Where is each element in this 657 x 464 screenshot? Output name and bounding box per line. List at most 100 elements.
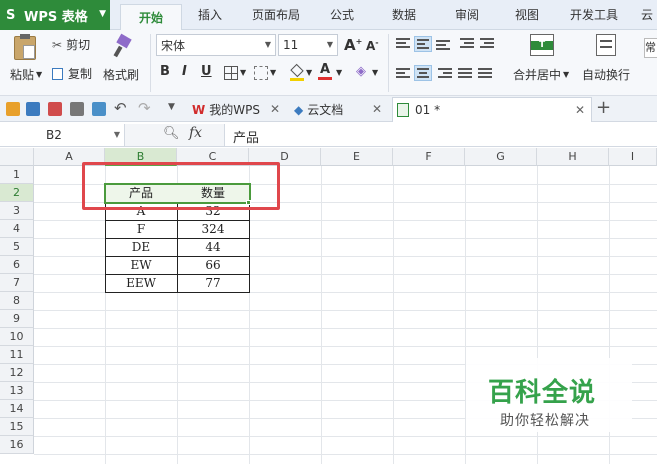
ribbon-home: 粘贴 ▼ ✂ 剪切 复制 格式刷 宋体 ▼ 11 ▼ A+ A- B I U ▼… [0,30,657,96]
column-header-f[interactable]: F [393,148,465,166]
column-header-g[interactable]: G [465,148,537,166]
cell-b4[interactable]: F [105,220,177,238]
redo-icon[interactable]: ↷ [138,99,151,117]
cut-button[interactable]: ✂ 剪切 [52,36,90,53]
tab-view[interactable]: 视图 [515,6,539,23]
chevron-down-icon[interactable]: ▼ [306,68,312,77]
cell-c7[interactable]: 77 [177,274,249,292]
chevron-down-icon[interactable]: ▼ [240,68,246,77]
customize-toolbar-icon[interactable]: ▼ [168,102,175,112]
zoom-lookup-icon[interactable]: 🔍︎ [163,126,180,141]
tab-review[interactable]: 审阅 [455,6,479,23]
export-pdf-icon[interactable] [48,102,62,116]
name-box[interactable]: B2 ▼ [0,124,125,146]
column-header-i[interactable]: I [609,148,657,166]
column-header-h[interactable]: H [537,148,609,166]
row-header-9[interactable]: 9 [0,310,34,328]
merge-center-icon[interactable]: T [530,34,554,56]
row-header-12[interactable]: 12 [0,364,34,382]
paste-icon[interactable] [14,34,36,60]
border-icon[interactable] [224,66,238,80]
wrap-text-icon[interactable] [596,34,616,56]
tab-cloud[interactable]: 云 [641,6,653,23]
decrease-indent-icon[interactable] [460,38,474,50]
italic-button[interactable]: I [182,64,187,79]
bold-button[interactable]: B [160,64,170,79]
row-header-11[interactable]: 11 [0,346,34,364]
format-painter-icon[interactable] [112,33,132,58]
save-icon[interactable] [26,102,40,116]
copy-button[interactable]: 复制 [52,65,92,82]
print-icon[interactable] [70,102,84,116]
undo-icon[interactable]: ↶ [114,99,127,117]
function-fx-icon[interactable]: fx [189,125,202,141]
shrink-font-button[interactable]: A- [366,38,379,53]
font-name-select[interactable]: 宋体 ▼ [156,34,276,56]
formula-input[interactable]: 产品 [233,127,259,146]
cell-c6[interactable]: 66 [177,256,249,274]
cell-b6[interactable]: EW [105,256,177,274]
cell-c4[interactable]: 324 [177,220,249,238]
watermark: 百科全说 助你轻松解决 [466,358,632,432]
align-right-icon[interactable] [438,68,452,80]
tab-document-01[interactable]: 01 * ✕ [392,97,592,122]
cell-b7[interactable]: EEW [105,274,177,292]
tab-cloud-docs[interactable]: ◆ 云文档 ✕ [290,97,388,122]
chevron-down-icon[interactable]: ▼ [372,68,378,77]
tab-formulas[interactable]: 公式 [330,6,354,23]
align-left-icon[interactable] [396,68,410,80]
cell-b5[interactable]: DE [105,238,177,256]
row-header-3[interactable]: 3 [0,202,34,220]
open-folder-icon[interactable] [6,102,20,116]
tab-data[interactable]: 数据 [392,6,416,23]
row-header-5[interactable]: 5 [0,238,34,256]
row-header-16[interactable]: 16 [0,436,34,454]
plus-icon: + [355,37,363,46]
cell-style-icon[interactable] [254,66,268,80]
format-painter-button[interactable]: 格式刷 [103,66,139,83]
align-bottom-icon[interactable] [436,40,450,52]
row-header-2[interactable]: 2 [0,184,34,202]
row-header-1[interactable]: 1 [0,166,34,184]
paste-button[interactable]: 粘贴 ▼ [10,66,42,83]
distribute-icon[interactable] [478,68,492,80]
chevron-down-icon[interactable]: ▼ [270,68,276,77]
font-color-button[interactable]: A [318,62,332,80]
underline-button[interactable]: U [201,64,212,79]
close-icon[interactable]: ✕ [372,102,382,116]
close-icon[interactable]: ✕ [270,102,280,116]
app-menu-button[interactable]: S WPS 表格 ▼ [0,0,110,30]
row-header-15[interactable]: 15 [0,418,34,436]
tab-home[interactable]: 开始 [120,4,183,30]
cell-c5[interactable]: 44 [177,238,249,256]
select-all-corner[interactable] [0,148,34,166]
font-size-select[interactable]: 11 ▼ [278,34,338,56]
fill-color-icon[interactable] [290,63,304,81]
chevron-down-icon[interactable]: ▼ [336,68,342,77]
row-header-14[interactable]: 14 [0,400,34,418]
close-icon[interactable]: ✕ [575,103,585,117]
column-header-e[interactable]: E [321,148,393,166]
row-header-6[interactable]: 6 [0,256,34,274]
align-center-icon[interactable] [414,65,432,81]
row-header-4[interactable]: 4 [0,220,34,238]
align-middle-icon[interactable] [414,36,432,52]
tab-my-wps[interactable]: W 我的WPS ✕ [188,97,286,122]
new-tab-icon[interactable]: + [596,97,611,118]
row-header-13[interactable]: 13 [0,382,34,400]
print-preview-icon[interactable] [92,102,106,116]
tab-page-layout[interactable]: 页面布局 [252,6,300,23]
number-format-select[interactable]: 常 [644,38,657,58]
row-header-8[interactable]: 8 [0,292,34,310]
merge-center-button[interactable]: 合并居中 ▼ [513,66,569,83]
justify-icon[interactable] [458,68,472,80]
align-top-icon[interactable] [396,38,410,50]
row-header-7[interactable]: 7 [0,274,34,292]
row-header-10[interactable]: 10 [0,328,34,346]
tab-insert[interactable]: 插入 [198,6,222,23]
grow-font-button[interactable]: A+ [344,36,362,54]
clear-format-icon[interactable]: ◈ [356,64,366,79]
tab-developer[interactable]: 开发工具 [570,6,618,23]
wrap-text-button[interactable]: 自动换行 [582,66,630,83]
increase-indent-icon[interactable] [480,38,494,50]
